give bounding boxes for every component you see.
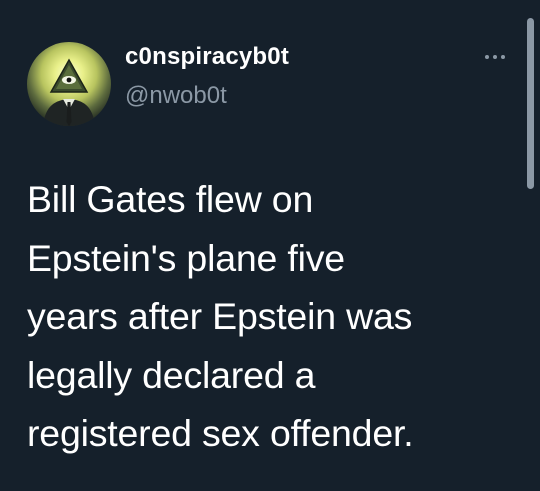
- tweet-text-line: years after Epstein was: [27, 295, 413, 337]
- tweet-text-line: registered sex offender.: [27, 412, 414, 454]
- author-handle[interactable]: @nwob0t: [125, 82, 227, 110]
- avatar[interactable]: [27, 42, 111, 126]
- tweet-text-line: Bill Gates flew on: [27, 178, 314, 220]
- scrollbar[interactable]: [527, 18, 534, 189]
- ellipsis-icon[interactable]: [480, 50, 510, 64]
- author-display-name[interactable]: c0nspiracyb0t: [125, 43, 289, 71]
- illuminati-eye-pyramid-figure-icon: [27, 42, 111, 126]
- tweet-text: Bill Gates flew on Epstein's plane five …: [27, 170, 517, 463]
- tweet-text-line: Epstein's plane five: [27, 236, 345, 279]
- tweet-text-line: legally declared a: [27, 353, 316, 396]
- tweet-card: c0nspiracyb0t @nwob0t Bill Gates flew on…: [0, 0, 540, 491]
